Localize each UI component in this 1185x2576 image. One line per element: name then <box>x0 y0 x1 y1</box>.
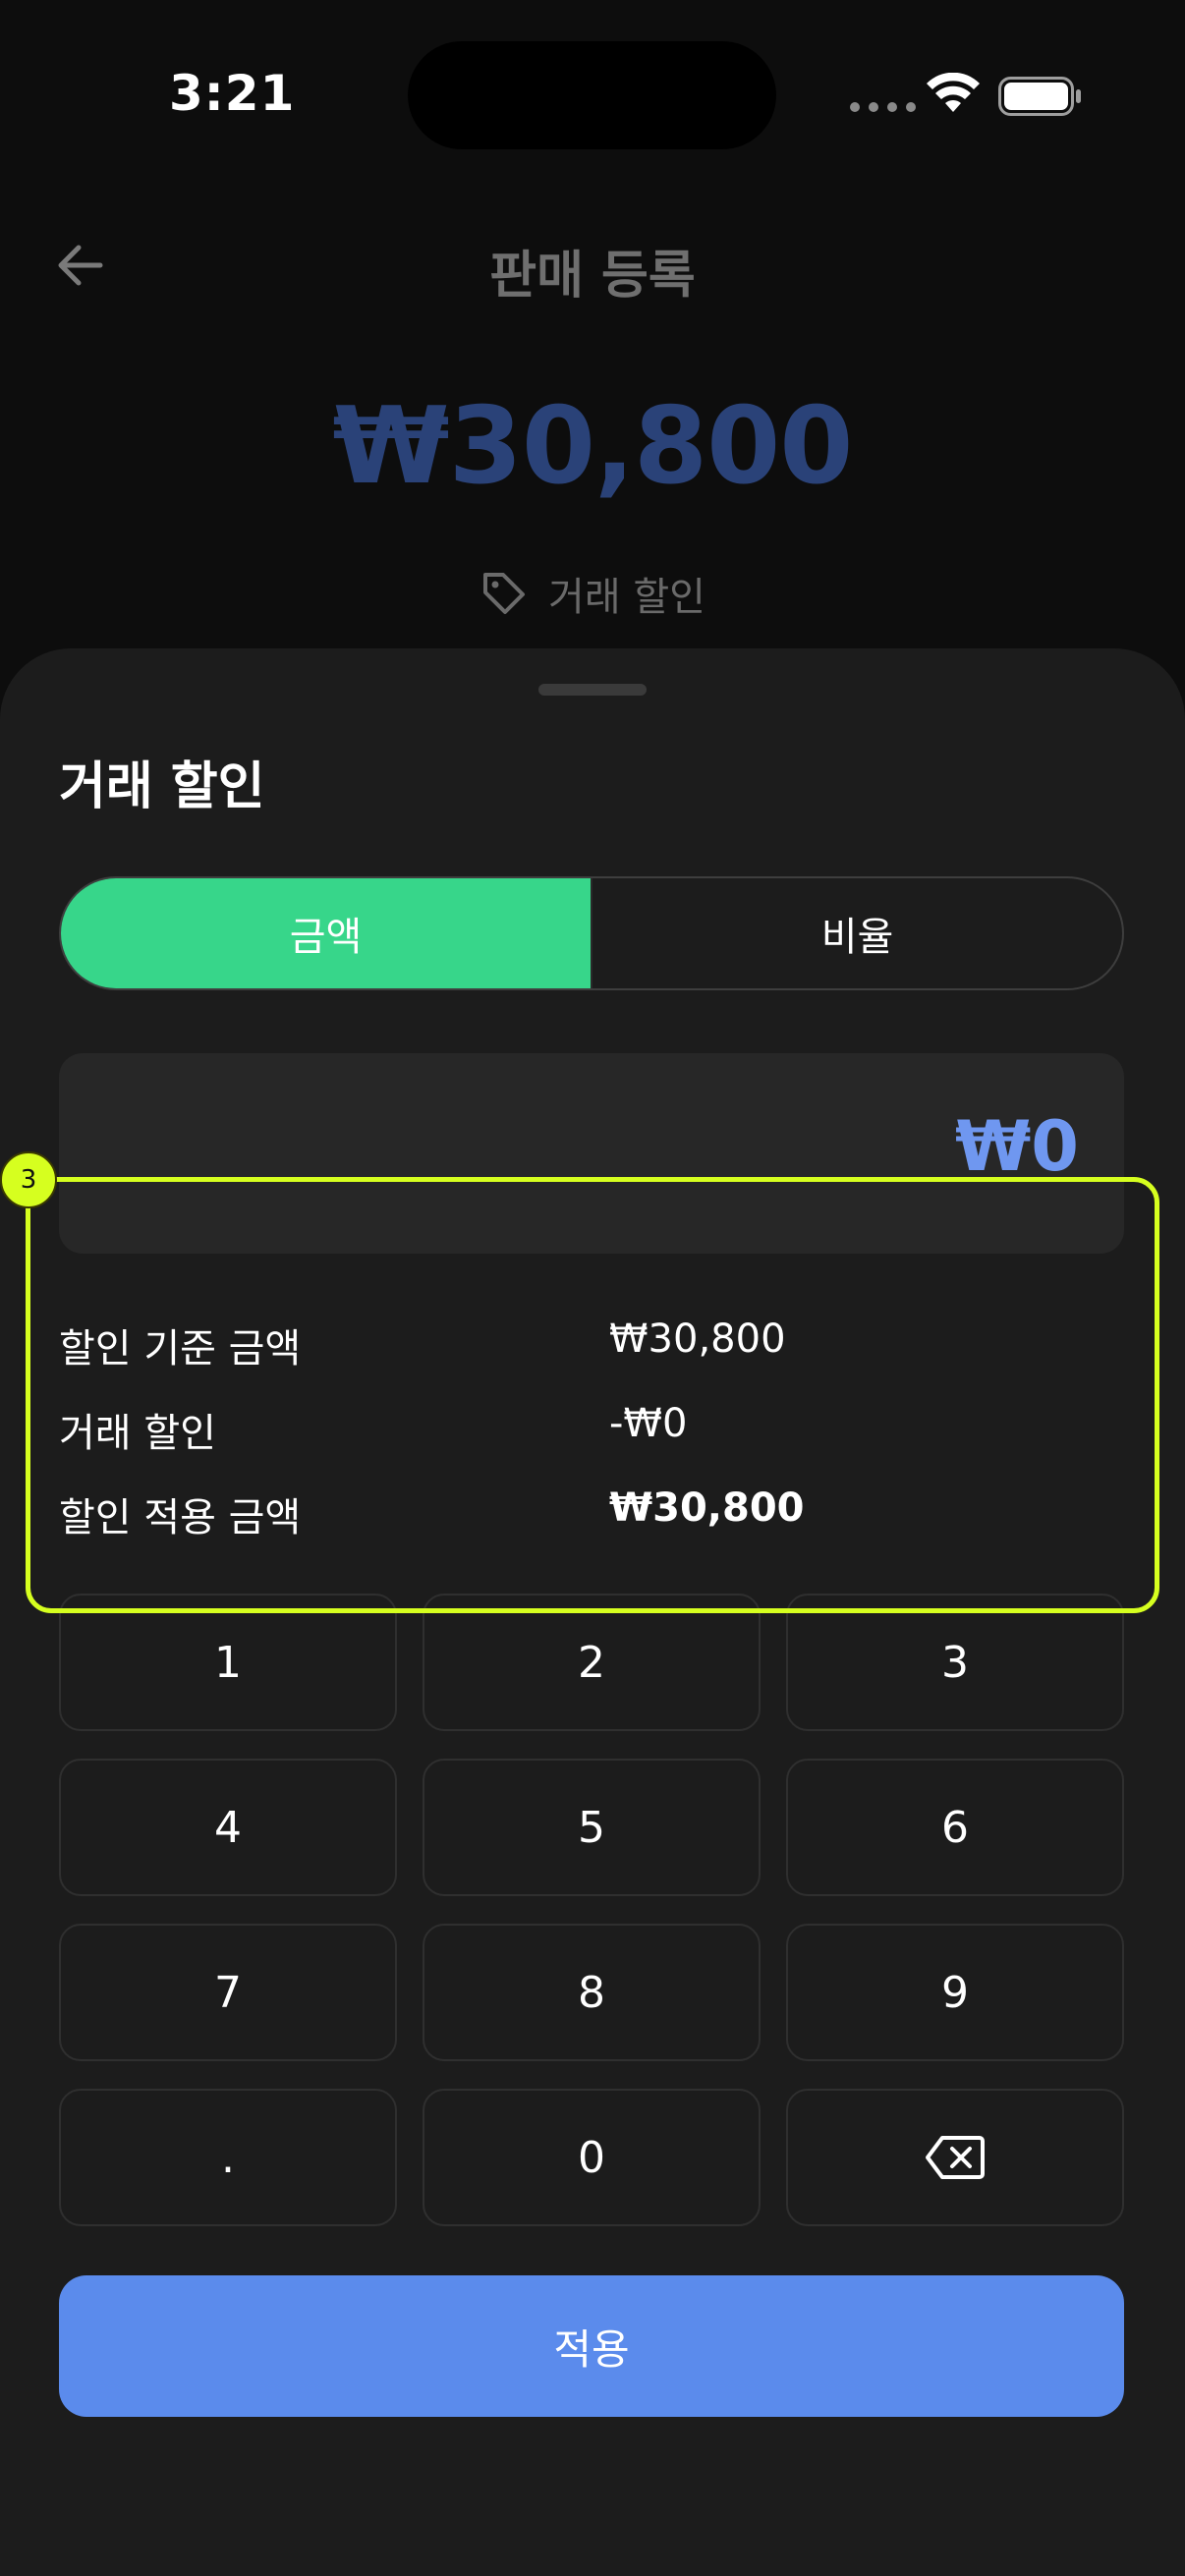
discount-type-segmented-control[interactable]: 금액 비율 <box>59 876 1124 990</box>
keypad-key-9[interactable]: 9 <box>786 1924 1124 2061</box>
sale-total-amount: ₩30,800 <box>332 385 854 508</box>
keypad-key-5[interactable]: 5 <box>423 1759 761 1896</box>
apply-button[interactable]: 적용 <box>59 2275 1124 2417</box>
highlight-annotation-badge: 3 <box>0 1151 57 1208</box>
tag-icon <box>483 573 526 614</box>
keypad-key-0[interactable]: 0 <box>423 2089 761 2226</box>
keypad-key-1[interactable]: 1 <box>59 1594 397 1731</box>
highlight-annotation-box <box>26 1177 1159 1613</box>
tab-amount[interactable]: 금액 <box>61 878 592 988</box>
sheet-grabber-handle[interactable] <box>538 684 647 696</box>
keypad-key-7[interactable]: 7 <box>59 1924 397 2061</box>
page-title: 판매 등록 <box>489 247 696 306</box>
keypad-key-3[interactable]: 3 <box>786 1594 1124 1731</box>
keypad-key-8[interactable]: 8 <box>423 1924 761 2061</box>
discount-link-label: 거래 할인 <box>548 575 705 620</box>
keypad-backspace-key[interactable] <box>786 2089 1124 2226</box>
backspace-icon <box>926 2136 985 2179</box>
discount-amount-value: ₩0 <box>955 1106 1079 1187</box>
keypad-key-4[interactable]: 4 <box>59 1759 397 1896</box>
battery-icon <box>998 77 1081 116</box>
sheet-title: 거래 할인 <box>59 757 265 816</box>
discount-link[interactable]: 거래 할인 <box>0 565 1185 622</box>
status-time: 3:21 <box>169 65 296 122</box>
keypad-key-2[interactable]: 2 <box>423 1594 761 1731</box>
keypad-key-6[interactable]: 6 <box>786 1759 1124 1896</box>
dynamic-island <box>408 41 776 149</box>
signal-dots-icon <box>850 102 916 112</box>
tab-rate[interactable]: 비율 <box>592 878 1122 988</box>
wifi-icon <box>927 73 980 112</box>
keypad-key-decimal[interactable]: . <box>59 2089 397 2226</box>
